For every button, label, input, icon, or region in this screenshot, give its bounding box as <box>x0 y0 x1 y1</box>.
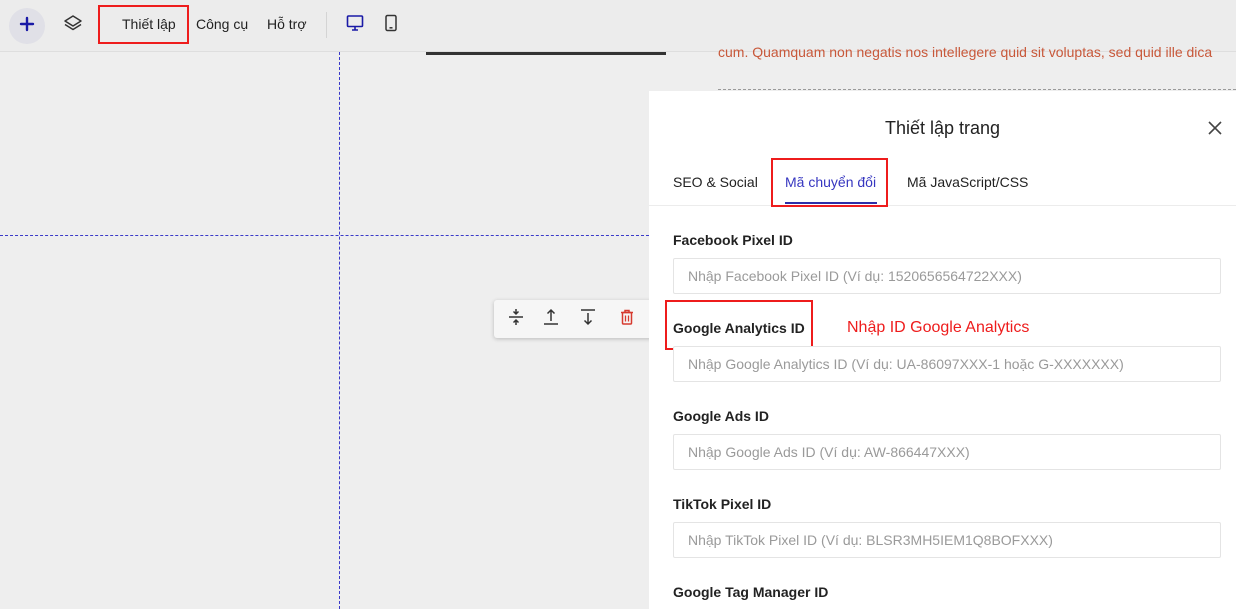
highlight-tab-ma-chuyen-doi <box>771 158 888 207</box>
desktop-icon <box>346 14 364 37</box>
facebook-pixel-label: Facebook Pixel ID <box>673 232 793 248</box>
tiktok-pixel-input[interactable] <box>673 522 1221 558</box>
desktop-view-button[interactable] <box>344 14 366 36</box>
layers-button[interactable] <box>60 12 86 38</box>
highlight-google-analytics-label <box>665 300 813 350</box>
move-section-up-button[interactable] <box>541 308 561 331</box>
canvas-section-divider <box>718 89 1236 90</box>
panel-close-button[interactable] <box>1205 120 1225 140</box>
mobile-icon <box>382 14 400 37</box>
add-element-button[interactable] <box>9 8 45 44</box>
mobile-view-button[interactable] <box>380 14 402 36</box>
page-settings-panel: Thiết lập trang SEO & Social Mã chuyển đ… <box>649 91 1236 609</box>
move-vertical-icon <box>507 308 525 331</box>
facebook-pixel-input[interactable] <box>673 258 1221 294</box>
section-float-toolbar <box>494 300 654 338</box>
highlight-menu-thiet-lap <box>98 5 189 44</box>
menu-ho-tro[interactable]: Hỗ trợ <box>267 16 307 32</box>
align-top-icon <box>542 308 560 331</box>
google-tag-manager-label: Google Tag Manager ID <box>673 584 829 600</box>
plus-icon <box>19 16 35 37</box>
move-section-down-button[interactable] <box>578 308 598 331</box>
tab-seo-social[interactable]: SEO & Social <box>673 174 758 190</box>
tiktok-pixel-label: TikTok Pixel ID <box>673 496 772 512</box>
trash-icon <box>618 308 636 331</box>
close-icon <box>1207 120 1223 141</box>
panel-title: Thiết lập trang <box>884 118 1001 138</box>
layers-icon <box>63 13 83 38</box>
canvas-body-text: cum. Quamquam non negatis nos intelleger… <box>718 44 1213 60</box>
google-analytics-input[interactable] <box>673 346 1221 382</box>
resize-height-button[interactable] <box>506 308 526 331</box>
menu-cong-cu[interactable]: Công cụ <box>196 16 248 32</box>
tab-ma-javascript-css[interactable]: Mã JavaScript/CSS <box>907 174 1028 190</box>
vertical-guide-line <box>339 52 340 609</box>
google-ads-label: Google Ads ID <box>673 408 769 424</box>
align-bottom-icon <box>579 308 597 331</box>
delete-section-button[interactable] <box>617 309 637 329</box>
google-ads-input[interactable] <box>673 434 1221 470</box>
tabs-divider <box>649 205 1236 206</box>
horizontal-guide-line <box>0 235 649 236</box>
toolbar-divider <box>326 12 327 38</box>
annotation-text: Nhập ID Google Analytics <box>847 319 1030 336</box>
canvas-image-bottom-edge <box>426 52 666 55</box>
